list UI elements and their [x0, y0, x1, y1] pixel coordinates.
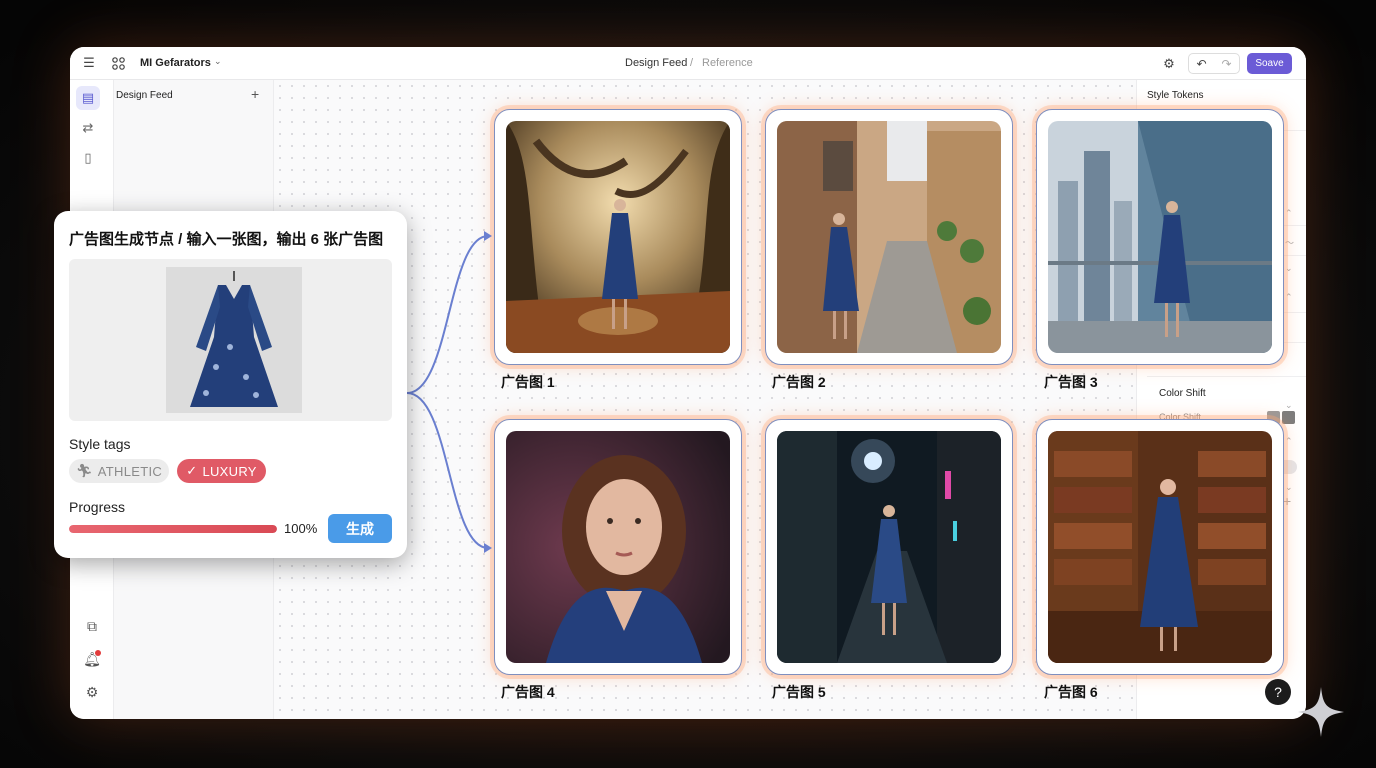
node-title: 广告图生成节点 / 输入一张图，输出 6 张广告图	[69, 231, 384, 248]
sparkle-icon	[1298, 687, 1344, 737]
tag-athletic[interactable]: 🏃︎ ATHLETIC	[69, 459, 169, 483]
tag-luxury-label: LUXURY	[202, 463, 257, 479]
check-icon: ✓	[186, 463, 198, 478]
progress-label: Progress	[69, 499, 126, 515]
ad-generator-node[interactable]: 广告图生成节点 / 输入一张图，输出 6 张广告图 Style tags 🏃︎ …	[54, 211, 407, 558]
progress-bar	[69, 525, 277, 533]
style-tags-label: Style tags	[69, 436, 131, 452]
progress-percent: 100%	[284, 521, 318, 536]
generate-button[interactable]: 生成	[328, 514, 392, 543]
tag-athletic-label: ATHLETIC	[97, 463, 163, 479]
runner-icon: 🏃︎	[75, 463, 93, 478]
progress-bar-fill	[69, 525, 277, 533]
input-dress-image	[69, 259, 392, 421]
tag-luxury[interactable]: ✓ LUXURY	[177, 459, 266, 483]
